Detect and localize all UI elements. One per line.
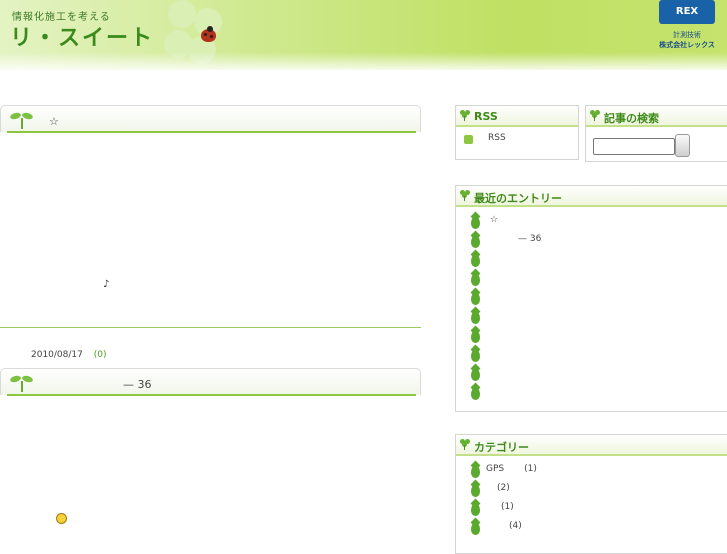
clover-icon <box>460 190 470 201</box>
leaf-bullet-icon <box>471 216 480 229</box>
clover-icon <box>590 110 600 121</box>
leaf-bullet-icon <box>471 368 480 381</box>
rss-widget: RSS RSS <box>455 105 579 160</box>
leaf-bullet-icon <box>471 292 480 305</box>
clover-icon <box>460 439 470 450</box>
recent-entries-widget: 最近のエントリー ☆ — 36 <box>455 185 727 412</box>
categories-heading: カテゴリー <box>474 441 529 454</box>
search-button[interactable] <box>675 134 690 157</box>
category-link[interactable]: (4) <box>509 521 522 531</box>
post-title-link[interactable]: ☆ <box>49 115 59 128</box>
post-meta: 2010/08/17 (0) <box>31 350 107 360</box>
rss-heading: RSS <box>474 110 498 123</box>
leaf-bullet-icon <box>471 522 480 535</box>
leaf-bullet-icon <box>471 465 480 478</box>
post-title-bar: — 36 <box>0 368 421 396</box>
category-count: (1) <box>501 502 514 512</box>
search-widget: 記事の検索 <box>585 105 727 162</box>
site-logo-title[interactable]: リ・スイート <box>10 20 154 52</box>
recent-entries-heading: 最近のエントリー <box>474 192 562 205</box>
leaf-bullet-icon <box>471 349 480 362</box>
category-count: (2) <box>497 483 510 493</box>
company-subtitle: 計測技術 <box>673 31 701 39</box>
rss-link[interactable]: RSS <box>488 133 506 143</box>
category-count: (4) <box>509 521 522 531</box>
category-count: (1) <box>524 464 537 474</box>
search-heading: 記事の検索 <box>604 112 659 125</box>
category-name: GPS <box>486 464 505 474</box>
category-link[interactable]: (1) <box>501 502 514 512</box>
post-title-link[interactable]: — 36 <box>123 378 152 391</box>
post-date: 2010/08/17 <box>31 350 83 360</box>
company-mark: REX <box>659 0 715 24</box>
leaf-bullet-icon <box>471 484 480 497</box>
category-link[interactable]: (2) <box>497 483 510 493</box>
leaf-bullet-icon <box>471 330 480 343</box>
search-input[interactable] <box>593 138 675 155</box>
company-name: 株式会社レックス <box>659 41 715 49</box>
smiley-icon <box>56 513 67 524</box>
post-divider <box>0 327 421 328</box>
post-body-text: ♪ <box>103 279 110 290</box>
recent-entry-link[interactable]: ☆ <box>490 215 498 225</box>
leaf-bullet-icon <box>471 503 480 516</box>
categories-widget: カテゴリー GPS (1) (2) (1) (4) <box>455 434 727 554</box>
site-header: 情報化施工を考える リ・スイート REX 計測技術 株式会社レックス <box>0 0 727 70</box>
ladybug-icon <box>201 26 216 42</box>
company-logo[interactable]: REX 計測技術 株式会社レックス <box>656 0 718 50</box>
category-link[interactable]: GPS (1) <box>486 464 537 474</box>
sprout-icon <box>9 111 34 130</box>
leaf-bullet-icon <box>471 387 480 400</box>
clover-illustration <box>160 0 230 66</box>
rss-feed-icon[interactable] <box>464 135 473 144</box>
clover-icon <box>460 110 470 121</box>
comment-count-link[interactable]: (0) <box>94 350 107 360</box>
leaf-bullet-icon <box>471 235 480 248</box>
leaf-bullet-icon <box>471 311 480 324</box>
leaf-bullet-icon <box>471 254 480 267</box>
post-title-bar: ☆ <box>0 105 421 133</box>
sprout-icon <box>9 374 34 393</box>
leaf-bullet-icon <box>471 273 480 286</box>
recent-entry-link[interactable]: — 36 <box>518 234 541 244</box>
